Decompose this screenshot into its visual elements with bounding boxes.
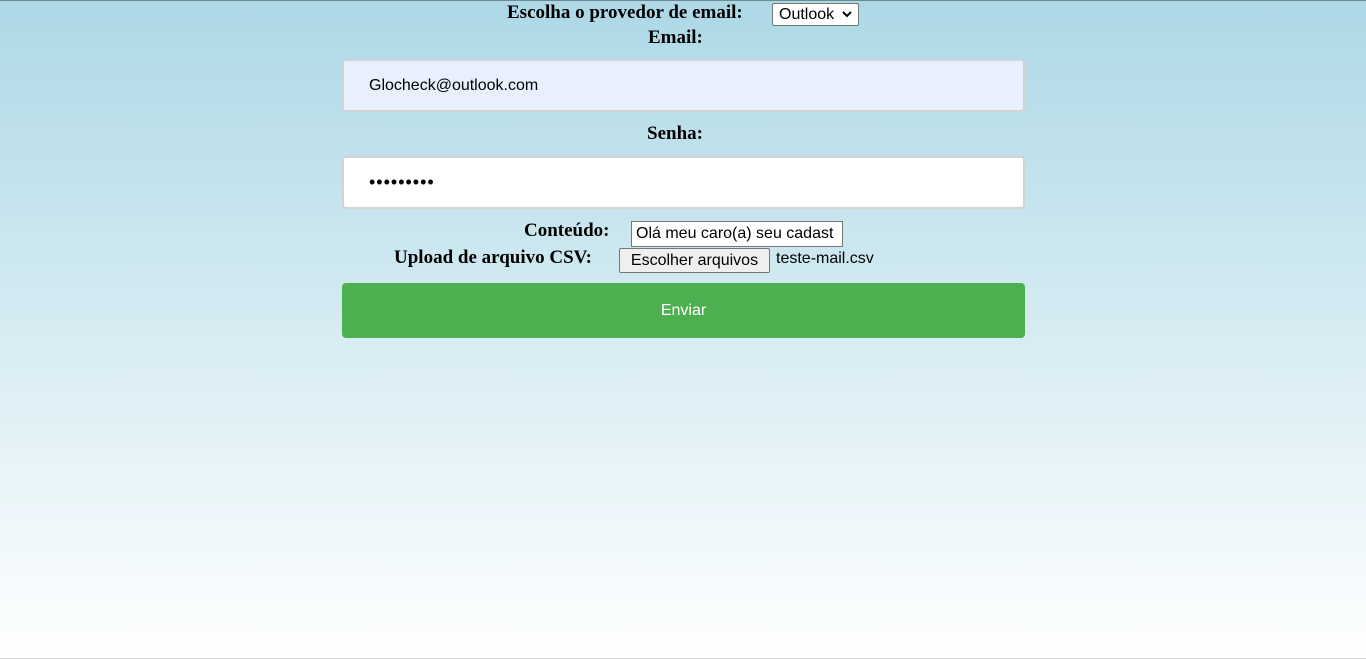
email-label: Email:	[648, 27, 703, 48]
password-label: Senha:	[647, 123, 703, 144]
provider-select[interactable]: Outlook	[772, 3, 859, 26]
provider-label: Escolha o provedor de email:	[507, 2, 743, 23]
email-input-value: Glocheck@outlook.com	[369, 76, 539, 94]
chevron-down-icon	[842, 11, 852, 18]
password-input-value: •••••••••	[369, 172, 435, 192]
password-input[interactable]: •••••••••	[342, 156, 1025, 209]
choose-file-button[interactable]: Escolher arquivos	[619, 248, 770, 273]
content-label: Conteúdo:	[524, 220, 610, 241]
submit-button[interactable]: Enviar	[342, 283, 1025, 338]
provider-select-value: Outlook	[779, 5, 835, 23]
email-input[interactable]: Glocheck@outlook.com	[342, 59, 1025, 112]
content-input-value: Olá meu caro(a) seu cadast	[636, 225, 834, 242]
content-input[interactable]: Olá meu caro(a) seu cadast	[631, 221, 843, 247]
selected-file-name: teste-mail.csv	[776, 250, 874, 267]
upload-label: Upload de arquivo CSV:	[394, 247, 592, 268]
